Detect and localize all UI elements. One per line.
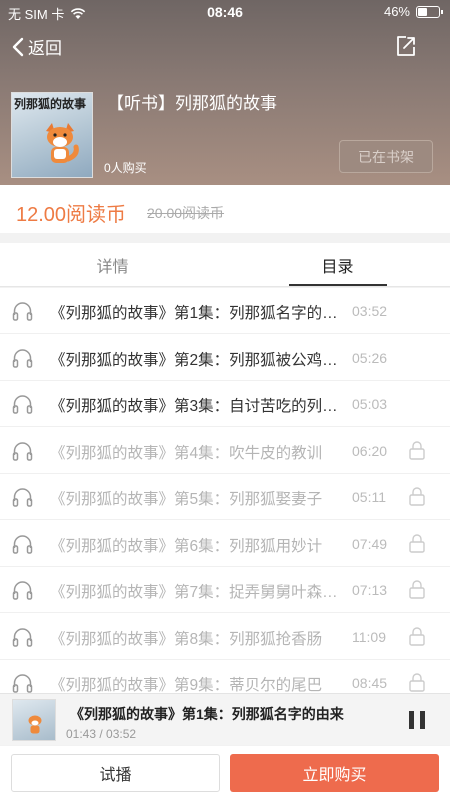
lock-icon: [409, 626, 425, 646]
back-button[interactable]: 返回: [12, 34, 62, 59]
trial-button[interactable]: 试播: [11, 754, 220, 792]
chapter-duration: 08:45: [352, 675, 388, 691]
fox-illustration: [46, 123, 79, 163]
buy-count: 0人购买: [104, 161, 147, 175]
chapter-title: 《列那狐的故事》第4集：吹牛皮的教训: [50, 444, 323, 462]
fox-thumbnail: [28, 715, 42, 734]
chapter-row[interactable]: 《列那狐的故事》第5集：列那狐娶妻子 05:11: [0, 474, 450, 520]
chapter-row[interactable]: 《列那狐的故事》第9集：蒂贝尔的尾巴 08:45: [0, 660, 450, 693]
player-cover: [12, 699, 56, 741]
status-time: 08:46: [207, 4, 243, 20]
chapter-title: 《列那狐的故事》第5集：列那狐娶妻子: [50, 491, 323, 508]
chapter-title: 《列那狐的故事》第9集：蒂贝尔的尾巴: [50, 677, 323, 693]
chapter-row[interactable]: 《列那狐的故事》第6集：列那狐用妙计 07:49: [0, 521, 450, 567]
chapter-duration: 05:11: [352, 489, 386, 505]
headphones-icon: [12, 487, 33, 507]
back-label: 返回: [28, 39, 62, 58]
chapter-list: 《列那狐的故事》第1集：列那狐名字的由来 03:52 《列那狐的故事》第2集：列那狐…: [0, 288, 450, 693]
chapter-row[interactable]: 《列那狐的故事》第4集：吹牛皮的教训 06:20: [0, 428, 450, 474]
price-bar: 12.00阅读币 20.00阅读币: [0, 185, 450, 233]
lock-icon: [409, 673, 425, 692]
chapter-title: 《列那狐的故事》第2集：列那狐被公鸡骗了: [50, 351, 340, 369]
share-icon[interactable]: [394, 34, 418, 58]
cover-title: 列那狐的故事: [14, 97, 87, 111]
current-price: 12.00阅读币: [16, 204, 127, 226]
tab-details[interactable]: 详情: [0, 243, 225, 287]
lock-icon: [409, 487, 425, 506]
tab-catalog[interactable]: 目录: [225, 243, 450, 287]
player-time: 01:43 / 03:52: [66, 727, 137, 741]
headphones-icon: [12, 441, 33, 461]
chapter-row[interactable]: 《列那狐的故事》第8集：列那狐抢香肠 11:09: [0, 614, 450, 660]
chapter-duration: 05:26: [352, 349, 388, 366]
chapter-duration: 05:03: [352, 396, 388, 412]
original-price: 20.00阅读币: [147, 205, 225, 221]
book-title: 【听书】列那狐的故事: [107, 94, 277, 113]
headphones-icon: [12, 348, 33, 368]
headphones-icon: [12, 580, 33, 600]
headphones-icon: [12, 534, 33, 554]
chevron-left-icon: [12, 37, 24, 56]
chapter-row[interactable]: 《列那狐的故事》第2集：列那狐被公鸡骗了 05:26: [0, 335, 450, 381]
bottom-action-bar: 试播 立即购买: [0, 746, 450, 800]
headphones-icon: [12, 301, 33, 321]
lock-icon: [409, 533, 425, 553]
headphones-icon: [12, 627, 33, 647]
chapter-duration: 11:09: [352, 628, 386, 645]
lock-icon: [409, 440, 425, 460]
chapter-title: 《列那狐的故事》第8集：列那狐抢香肠: [50, 630, 323, 648]
battery-fill: [418, 7, 427, 16]
book-header: 无 SIM 卡 08:46 46% 返回 列那狐的故事 【听书】列那狐的故事 0…: [0, 0, 450, 185]
lock-icon: [409, 580, 425, 599]
headphones-icon: [12, 673, 33, 693]
active-tab-indicator: [289, 284, 387, 286]
chapter-title: 《列那狐的故事》第3集：自讨苦吃的列那狐: [50, 398, 340, 415]
mini-player[interactable]: 《列那狐的故事》第1集：列那狐名字的由来 01:43 / 03:52: [0, 693, 450, 745]
chapter-title: 《列那狐的故事》第6集：列那狐用妙计: [50, 537, 323, 555]
chapter-duration: 07:49: [352, 535, 388, 552]
chapter-row[interactable]: 《列那狐的故事》第7集：捉弄舅舅叶森格仑 07:13: [0, 567, 450, 613]
chapter-row[interactable]: 《列那狐的故事》第3集：自讨苦吃的列那狐 05:03: [0, 381, 450, 427]
chapter-duration: 06:20: [352, 442, 388, 459]
tab-bar: 详情 目录: [0, 243, 450, 287]
chapter-row[interactable]: 《列那狐的故事》第1集：列那狐名字的由来 03:52: [0, 288, 450, 334]
buy-now-button[interactable]: 立即购买: [230, 754, 439, 792]
book-cover[interactable]: 列那狐的故事: [11, 92, 93, 178]
battery-percent: 46%: [383, 4, 410, 19]
headphones-icon: [12, 394, 33, 414]
player-track-title: 《列那狐的故事》第1集：列那狐名字的由来: [70, 706, 344, 722]
status-bar: 无 SIM 卡 08:46 46%: [0, 0, 450, 24]
chapter-title: 《列那狐的故事》第7集：捉弄舅舅叶森格仑: [50, 584, 340, 601]
chapter-duration: 03:52: [352, 303, 388, 319]
chapter-duration: 07:13: [352, 582, 388, 598]
pause-icon[interactable]: [409, 711, 425, 729]
on-shelf-button[interactable]: 已在书架: [339, 140, 433, 173]
chapter-title: 《列那狐的故事》第1集：列那狐名字的由来: [50, 305, 340, 322]
status-right: 46%: [383, 4, 443, 19]
battery-icon: [416, 5, 443, 18]
